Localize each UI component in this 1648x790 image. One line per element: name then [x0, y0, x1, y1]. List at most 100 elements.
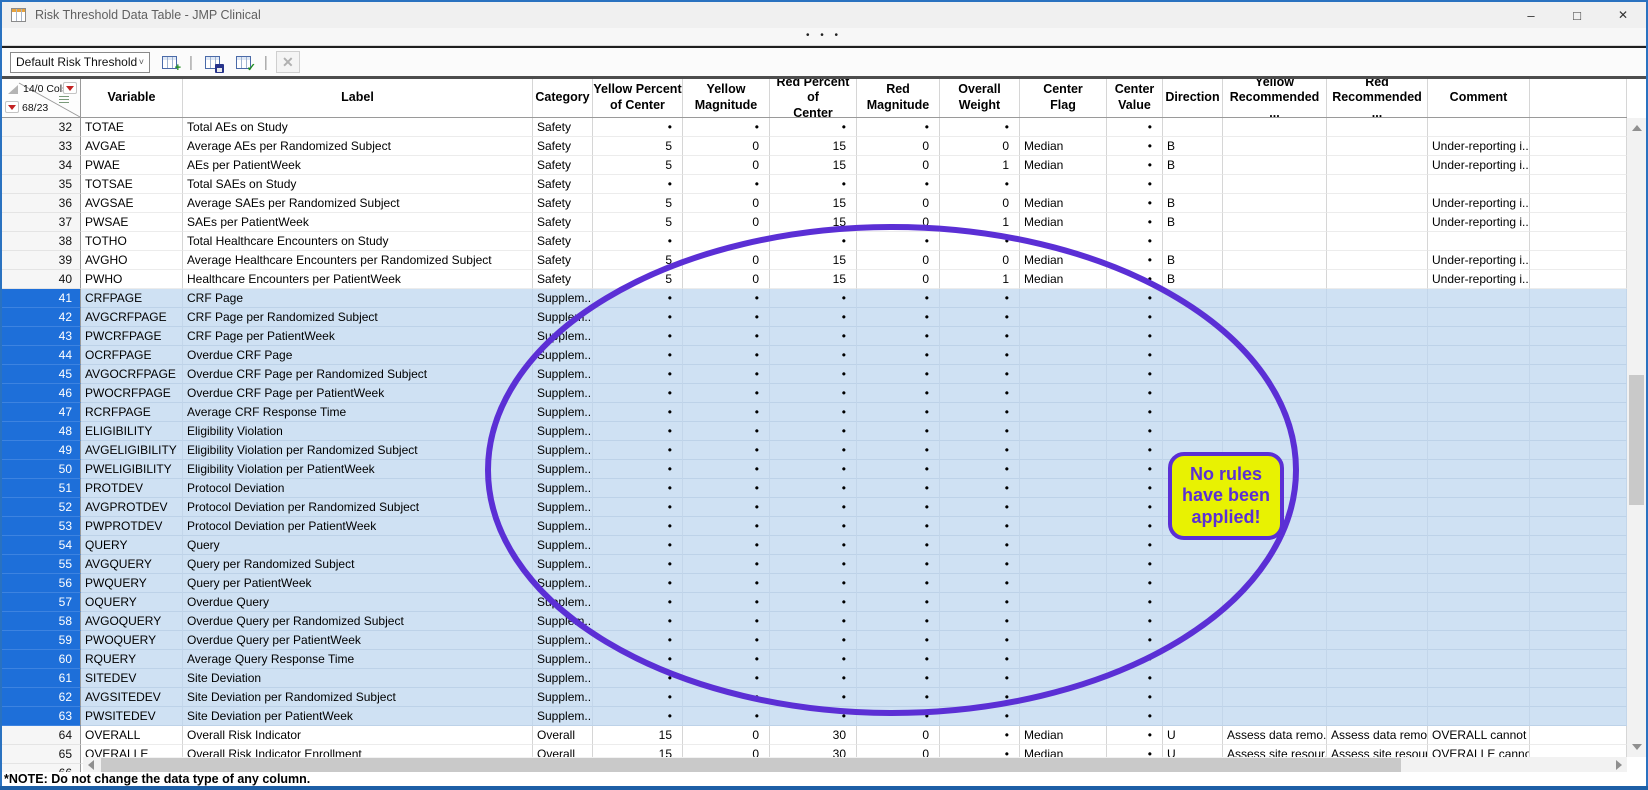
- cell-direction[interactable]: [1163, 593, 1223, 612]
- cell-extra[interactable]: [1530, 669, 1627, 688]
- cell-extra[interactable]: [1530, 137, 1627, 156]
- cell-yellow_percent[interactable]: •: [593, 498, 683, 517]
- cell-variable[interactable]: AVGCRFPAGE: [81, 308, 183, 327]
- cell-yellow_percent[interactable]: •: [593, 574, 683, 593]
- cell-red_percent[interactable]: •: [770, 574, 857, 593]
- cell-overall_weight[interactable]: •: [940, 498, 1020, 517]
- cell-overall_weight[interactable]: 1: [940, 213, 1020, 232]
- row-number[interactable]: 62: [2, 688, 81, 707]
- cell-center_value[interactable]: •: [1107, 707, 1163, 726]
- cell-red_magnitude[interactable]: •: [857, 688, 940, 707]
- cell-red_recommended[interactable]: [1327, 612, 1428, 631]
- cell-category[interactable]: Supplem...: [533, 555, 593, 574]
- apply-table-button[interactable]: ✓: [232, 51, 256, 73]
- cell-center_flag[interactable]: [1020, 688, 1107, 707]
- cell-yellow_magnitude[interactable]: •: [683, 612, 770, 631]
- cell-overall_weight[interactable]: 1: [940, 156, 1020, 175]
- cell-center_value[interactable]: •: [1107, 574, 1163, 593]
- cell-red_percent[interactable]: •: [770, 460, 857, 479]
- cell-direction[interactable]: [1163, 688, 1223, 707]
- cell-comment[interactable]: [1428, 175, 1530, 194]
- cell-category[interactable]: Safety: [533, 137, 593, 156]
- cell-extra[interactable]: [1530, 498, 1627, 517]
- cell-center_flag[interactable]: [1020, 175, 1107, 194]
- cell-center_value[interactable]: •: [1107, 137, 1163, 156]
- cell-red_percent[interactable]: •: [770, 498, 857, 517]
- cell-overall_weight[interactable]: 0: [940, 137, 1020, 156]
- column-header-red_percent[interactable]: Red Percent of Center: [770, 79, 857, 117]
- cell-center_value[interactable]: •: [1107, 327, 1163, 346]
- cell-comment[interactable]: [1428, 308, 1530, 327]
- cell-extra[interactable]: [1530, 422, 1627, 441]
- cell-category[interactable]: Supplem...: [533, 612, 593, 631]
- cell-red_percent[interactable]: •: [770, 612, 857, 631]
- cell-variable[interactable]: RQUERY: [81, 650, 183, 669]
- cell-yellow_percent[interactable]: 5: [593, 156, 683, 175]
- cell-red_percent[interactable]: •: [770, 384, 857, 403]
- cell-yellow_percent[interactable]: •: [593, 289, 683, 308]
- cell-category[interactable]: Safety: [533, 213, 593, 232]
- cell-extra[interactable]: [1530, 118, 1627, 137]
- cell-yellow_magnitude[interactable]: 0: [683, 251, 770, 270]
- cell-yellow_percent[interactable]: •: [593, 517, 683, 536]
- cell-direction[interactable]: [1163, 650, 1223, 669]
- cell-red_percent[interactable]: 15: [770, 213, 857, 232]
- row-number[interactable]: 40: [2, 270, 81, 289]
- cell-category[interactable]: Supplem...: [533, 403, 593, 422]
- cell-center_value[interactable]: •: [1107, 118, 1163, 137]
- cell-center_flag[interactable]: [1020, 384, 1107, 403]
- cell-extra[interactable]: [1530, 156, 1627, 175]
- cell-red_recommended[interactable]: [1327, 384, 1428, 403]
- cell-extra[interactable]: [1530, 707, 1627, 726]
- cell-comment[interactable]: [1428, 327, 1530, 346]
- cell-yellow_recommended[interactable]: [1223, 213, 1327, 232]
- cell-red_magnitude[interactable]: •: [857, 403, 940, 422]
- cell-red_percent[interactable]: •: [770, 441, 857, 460]
- cell-yellow_percent[interactable]: 5: [593, 194, 683, 213]
- cell-red_magnitude[interactable]: •: [857, 365, 940, 384]
- cell-yellow_magnitude[interactable]: 0: [683, 156, 770, 175]
- cell-direction[interactable]: B: [1163, 213, 1223, 232]
- cell-red_recommended[interactable]: [1327, 555, 1428, 574]
- cell-comment[interactable]: [1428, 498, 1530, 517]
- cell-center_value[interactable]: •: [1107, 194, 1163, 213]
- cell-center_flag[interactable]: [1020, 479, 1107, 498]
- cell-comment[interactable]: [1428, 555, 1530, 574]
- cell-label[interactable]: Average CRF Response Time: [183, 403, 533, 422]
- cell-comment[interactable]: Under-reporting i...: [1428, 156, 1530, 175]
- column-header-red_recommended[interactable]: Red Recommended ...: [1327, 79, 1428, 117]
- cell-red_percent[interactable]: •: [770, 479, 857, 498]
- cell-category[interactable]: Supplem...: [533, 308, 593, 327]
- column-header-overall_weight[interactable]: Overall Weight: [940, 79, 1020, 117]
- cell-yellow_recommended[interactable]: [1223, 384, 1327, 403]
- cell-yellow_percent[interactable]: •: [593, 308, 683, 327]
- cell-comment[interactable]: [1428, 612, 1530, 631]
- cell-extra[interactable]: [1530, 460, 1627, 479]
- cell-overall_weight[interactable]: •: [940, 726, 1020, 745]
- cell-red_magnitude[interactable]: 0: [857, 251, 940, 270]
- cell-category[interactable]: Supplem...: [533, 498, 593, 517]
- cell-direction[interactable]: [1163, 384, 1223, 403]
- cell-direction[interactable]: [1163, 555, 1223, 574]
- cell-red_recommended[interactable]: [1327, 175, 1428, 194]
- row-number[interactable]: 41: [2, 289, 81, 308]
- cell-yellow_recommended[interactable]: [1223, 593, 1327, 612]
- vertical-scrollbar-thumb[interactable]: [1629, 375, 1644, 505]
- cell-variable[interactable]: OQUERY: [81, 593, 183, 612]
- cell-yellow_percent[interactable]: •: [593, 346, 683, 365]
- cell-direction[interactable]: [1163, 574, 1223, 593]
- row-number[interactable]: 39: [2, 251, 81, 270]
- cell-comment[interactable]: OVERALL cannot ...: [1428, 726, 1530, 745]
- cell-extra[interactable]: [1530, 213, 1627, 232]
- cell-red_recommended[interactable]: [1327, 403, 1428, 422]
- cell-yellow_recommended[interactable]: [1223, 498, 1327, 517]
- cell-direction[interactable]: [1163, 441, 1223, 460]
- cell-variable[interactable]: CRFPAGE: [81, 289, 183, 308]
- cell-center_value[interactable]: •: [1107, 479, 1163, 498]
- cell-red_magnitude[interactable]: •: [857, 631, 940, 650]
- cell-red_percent[interactable]: •: [770, 555, 857, 574]
- cell-overall_weight[interactable]: •: [940, 536, 1020, 555]
- cell-yellow_magnitude[interactable]: •: [683, 688, 770, 707]
- row-number[interactable]: 51: [2, 479, 81, 498]
- column-header-direction[interactable]: Direction: [1163, 79, 1223, 117]
